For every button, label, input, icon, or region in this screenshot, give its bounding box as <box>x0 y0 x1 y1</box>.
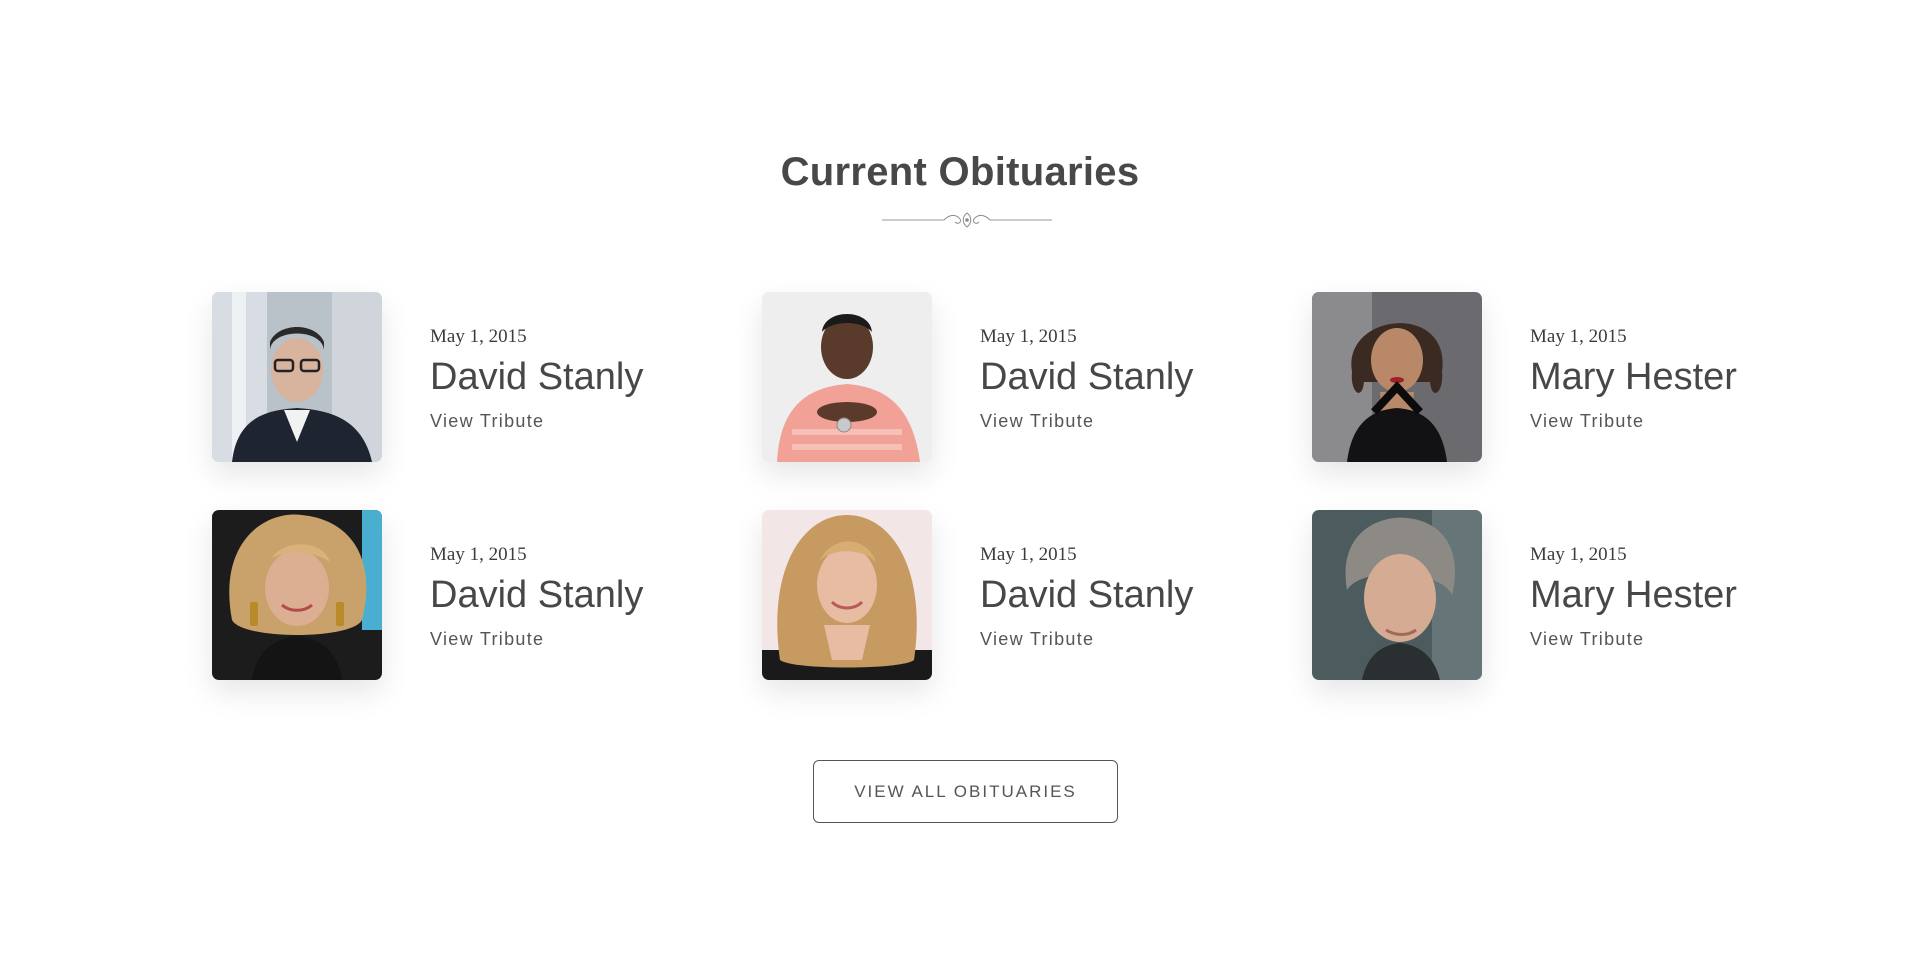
obituary-date: May 1, 2015 <box>1530 326 1627 347</box>
obituary-name[interactable]: David Stanly <box>980 354 1193 400</box>
obituary-card[interactable]: May 1, 2015 David Stanly View Tribute <box>212 292 712 462</box>
obituary-grid: May 1, 2015 David Stanly View Tribute Ma… <box>212 292 1737 680</box>
obituary-info: May 1, 2015 David Stanly View Tribute <box>430 540 643 650</box>
obituaries-section: Current Obituaries May 1, 2015 David Sta… <box>0 0 1920 966</box>
obituary-name[interactable]: David Stanly <box>980 572 1193 618</box>
view-tribute-link[interactable]: View Tribute <box>980 410 1094 432</box>
view-tribute-link[interactable]: View Tribute <box>1530 628 1644 650</box>
obituary-date: May 1, 2015 <box>980 544 1077 565</box>
obituary-card[interactable]: May 1, 2015 Mary Hester View Tribute <box>1312 292 1812 462</box>
obituary-card[interactable]: May 1, 2015 David Stanly View Tribute <box>212 510 712 680</box>
obituary-info: May 1, 2015 Mary Hester View Tribute <box>1530 540 1737 650</box>
woman-short-gray-hair-portrait-icon[interactable] <box>1312 510 1482 680</box>
man-with-glasses-portrait-icon[interactable] <box>212 292 382 462</box>
ornament-divider-icon <box>882 212 1052 228</box>
view-tribute-link[interactable]: View Tribute <box>430 628 544 650</box>
obituary-card[interactable]: May 1, 2015 Mary Hester View Tribute <box>1312 510 1812 680</box>
obituary-card[interactable]: May 1, 2015 David Stanly View Tribute <box>762 292 1262 462</box>
man-pink-shirt-portrait-icon[interactable] <box>762 292 932 462</box>
view-all-obituaries-button[interactable]: VIEW ALL OBITUARIES <box>813 760 1118 823</box>
woman-blonde-smiling-portrait-icon[interactable] <box>762 510 932 680</box>
woman-blonde-earrings-portrait-icon[interactable] <box>212 510 382 680</box>
obituary-date: May 1, 2015 <box>430 326 527 347</box>
obituary-date: May 1, 2015 <box>980 326 1077 347</box>
obituary-card[interactable]: May 1, 2015 David Stanly View Tribute <box>762 510 1262 680</box>
obituary-name[interactable]: Mary Hester <box>1530 572 1737 618</box>
obituary-info: May 1, 2015 David Stanly View Tribute <box>430 322 643 432</box>
obituary-info: May 1, 2015 David Stanly View Tribute <box>980 540 1193 650</box>
view-tribute-link[interactable]: View Tribute <box>980 628 1094 650</box>
obituary-date: May 1, 2015 <box>430 544 527 565</box>
obituary-info: May 1, 2015 David Stanly View Tribute <box>980 322 1193 432</box>
obituary-date: May 1, 2015 <box>1530 544 1627 565</box>
woman-dark-hair-portrait-icon[interactable] <box>1312 292 1482 462</box>
obituary-info: May 1, 2015 Mary Hester View Tribute <box>1530 322 1737 432</box>
obituary-name[interactable]: David Stanly <box>430 354 643 400</box>
obituary-name[interactable]: Mary Hester <box>1530 354 1737 400</box>
section-heading: Current Obituaries <box>780 150 1140 194</box>
view-tribute-link[interactable]: View Tribute <box>430 410 544 432</box>
obituary-name[interactable]: David Stanly <box>430 572 643 618</box>
view-tribute-link[interactable]: View Tribute <box>1530 410 1644 432</box>
